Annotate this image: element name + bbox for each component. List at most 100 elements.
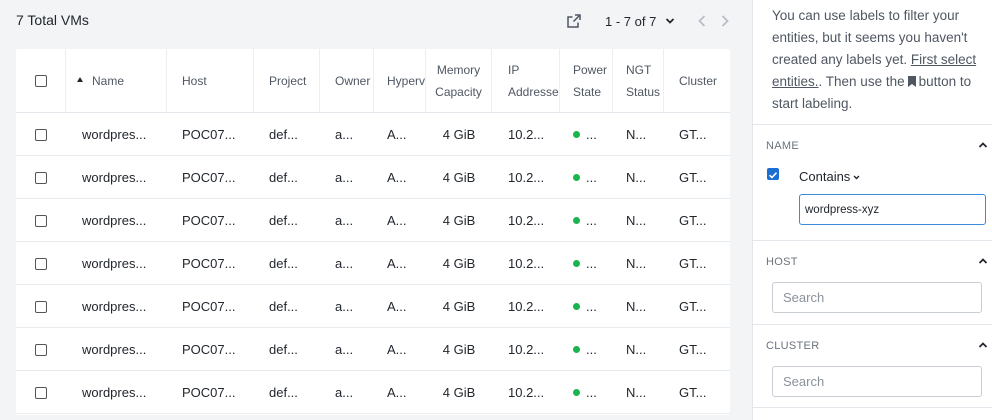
cell-text: POC07... [182, 299, 236, 314]
column-header-memory[interactable]: Memory Capacity [426, 49, 492, 113]
column-header-ngt-status[interactable]: NGT Status [613, 49, 664, 113]
row-checkbox[interactable] [35, 343, 47, 356]
operator-label: Contains [799, 169, 851, 184]
column-label: Memory Capacity [435, 63, 482, 99]
row-select-cell [16, 328, 66, 371]
cell-ngt: N... [613, 199, 664, 242]
cell-text: a... [335, 127, 354, 142]
cell-memory: 4 GiB [426, 242, 492, 285]
operator-dropdown[interactable]: Contains [799, 169, 860, 184]
row-checkbox[interactable] [35, 257, 47, 270]
name-filter-input[interactable] [799, 194, 986, 225]
cell-text: A... [387, 256, 407, 271]
cell-text[interactable]: wordpres... [82, 170, 146, 185]
chevron-up-icon[interactable] [978, 141, 988, 149]
column-header-name[interactable]: Name [66, 49, 167, 113]
power-on-status-icon [573, 346, 580, 353]
cell-ngt: N... [613, 371, 664, 414]
column-header-hypervisor[interactable]: Hyperv [374, 49, 426, 113]
cell-text: 4 GiB [442, 213, 476, 228]
cell-host: POC07... [167, 328, 254, 371]
table-header: Name Host Project Owner Hyperv Memory Ca… [16, 49, 730, 113]
cluster-search-input[interactable] [772, 366, 982, 397]
select-all-checkbox[interactable] [34, 75, 47, 87]
export-icon[interactable] [567, 14, 581, 28]
cell-text[interactable]: wordpres... [82, 299, 146, 314]
table-row[interactable]: wordpres... POC07... def... a... A... 4 GiB 10… [16, 242, 730, 285]
column-header-owner[interactable]: Owner [320, 49, 374, 113]
power-on-status-icon [573, 217, 580, 224]
chevron-down-icon [853, 175, 860, 180]
chevron-up-icon[interactable] [978, 257, 988, 265]
cell-text: GT... [679, 256, 707, 271]
table-row[interactable]: wordpres... POC07... def... a... A... 4 GiB 10… [16, 113, 730, 156]
total-vms-count: 7 Total VMs [16, 12, 89, 28]
table-row[interactable]: wordpres... POC07... def... a... A... 4 GiB 10… [16, 285, 730, 328]
cell-text[interactable]: wordpres... [82, 385, 146, 400]
column-header-power-state[interactable]: Power State [560, 49, 613, 113]
cell-project: def... [254, 328, 320, 371]
cell-text: N... [626, 170, 647, 185]
cell-text: 10.2... [508, 213, 545, 228]
cell-text[interactable]: wordpres... [82, 127, 146, 142]
cell-power: ... [560, 371, 613, 414]
power-on-status-icon [573, 389, 580, 396]
cell-text: 4 GiB [442, 342, 476, 357]
cell-owner: a... [320, 199, 374, 242]
table-row[interactable]: wordpres... POC07... def... a... A... 4 GiB 10… [16, 328, 730, 371]
chevron-down-icon[interactable] [665, 17, 675, 25]
cell-text: ... [586, 299, 597, 314]
cell-text: 4 GiB [442, 385, 476, 400]
column-header-ip[interactable]: IP Addresse [492, 49, 560, 113]
row-select-cell [16, 371, 66, 414]
checkbox-checked-icon[interactable] [767, 168, 779, 180]
column-header-host[interactable]: Host [167, 49, 254, 113]
cell-cluster: GT... [664, 242, 730, 285]
name-section-title: NAME [766, 140, 799, 152]
column-label: Project [269, 74, 307, 88]
row-checkbox[interactable] [35, 214, 47, 227]
column-header-cluster[interactable]: Cluster [664, 49, 730, 113]
cell-owner: a... [320, 242, 374, 285]
row-select-cell [16, 156, 66, 199]
cell-text: 4 GiB [442, 127, 476, 142]
column-label: Host [182, 74, 207, 88]
row-checkbox[interactable] [35, 171, 47, 184]
cell-host: POC07... [167, 242, 254, 285]
cell-project: def... [254, 285, 320, 328]
divider [753, 407, 992, 408]
cell-text: A... [387, 170, 407, 185]
row-checkbox[interactable] [35, 128, 47, 141]
row-checkbox[interactable] [35, 300, 47, 313]
power-on-status-icon [573, 260, 580, 267]
column-header-project[interactable]: Project [254, 49, 320, 113]
cell-text[interactable]: wordpres... [82, 342, 146, 357]
cell-text: GT... [679, 127, 707, 142]
table-row[interactable]: wordpres... POC07... def... a... A... 4 GiB 10… [16, 156, 730, 199]
cluster-section-title: CLUSTER [766, 340, 820, 352]
chevron-right-icon[interactable] [719, 14, 731, 28]
cell-text[interactable]: wordpres... [82, 213, 146, 228]
power-on-status-icon [573, 174, 580, 181]
cell-text: N... [626, 385, 647, 400]
cell-owner: a... [320, 328, 374, 371]
chevron-up-icon[interactable] [978, 341, 988, 349]
column-label: IP Addresse [508, 63, 559, 99]
cell-ip: 10.2... [492, 285, 560, 328]
cell-text: a... [335, 256, 354, 271]
cell-ip: 10.2... [492, 156, 560, 199]
host-search-input[interactable] [772, 282, 982, 313]
row-select-cell [16, 199, 66, 242]
cell-text: N... [626, 342, 647, 357]
cell-text[interactable]: wordpres... [82, 256, 146, 271]
row-checkbox[interactable] [35, 386, 47, 399]
cell-ip: 10.2... [492, 199, 560, 242]
chevron-left-icon[interactable] [696, 14, 708, 28]
table-row[interactable]: wordpres... POC07... def... a... A... 4 GiB 10… [16, 371, 730, 414]
cell-text: 10.2... [508, 342, 545, 357]
divider [753, 324, 992, 325]
pagination-range[interactable]: 1 - 7 of 7 [605, 14, 656, 29]
labels-info-text: You can use labels to filter your entiti… [772, 5, 990, 115]
cell-cluster: GT... [664, 328, 730, 371]
table-row[interactable]: wordpres... POC07... def... a... A... 4 GiB 10… [16, 199, 730, 242]
